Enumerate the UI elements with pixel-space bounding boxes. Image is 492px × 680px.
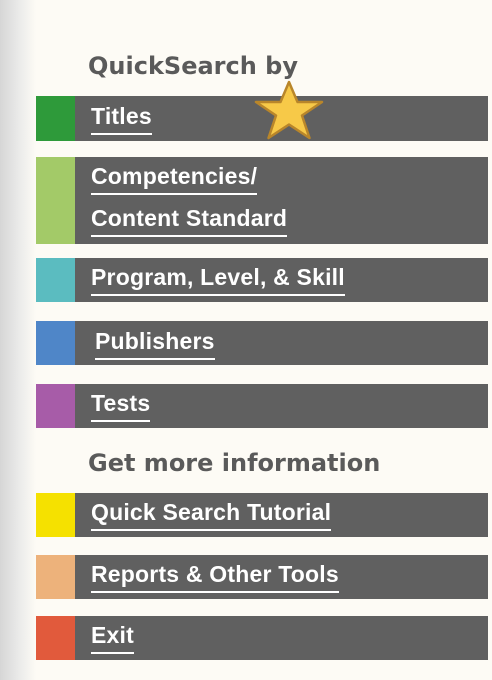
exit-link[interactable]: Exit bbox=[91, 620, 134, 654]
nav-item-exit[interactable]: Exit bbox=[36, 616, 488, 660]
info-heading: Get more information bbox=[88, 449, 381, 477]
exit-bar bbox=[75, 616, 488, 660]
nav-item-competencies[interactable]: Competencies/ Content Standard bbox=[36, 157, 488, 244]
competencies-link-line1[interactable]: Competencies/ bbox=[91, 161, 258, 195]
reports-color-tab bbox=[36, 555, 75, 599]
publishers-link[interactable]: Publishers bbox=[95, 326, 215, 360]
competencies-link-line2[interactable]: Content Standard bbox=[91, 203, 288, 237]
tests-link[interactable]: Tests bbox=[91, 388, 151, 422]
quicksearch-heading: QuickSearch by bbox=[88, 52, 298, 80]
nav-item-tests[interactable]: Tests bbox=[36, 384, 488, 428]
program-link[interactable]: Program, Level, & Skill bbox=[91, 262, 345, 296]
star-icon bbox=[254, 80, 324, 140]
nav-item-reports[interactable]: Reports & Other Tools bbox=[36, 555, 488, 599]
exit-color-tab bbox=[36, 616, 75, 660]
tests-color-tab bbox=[36, 384, 75, 428]
program-color-tab bbox=[36, 258, 75, 302]
tutorial-color-tab bbox=[36, 493, 75, 537]
titles-link[interactable]: Titles bbox=[91, 101, 152, 135]
nav-item-program[interactable]: Program, Level, & Skill bbox=[36, 258, 488, 302]
competencies-color-tab bbox=[36, 157, 75, 244]
publishers-color-tab bbox=[36, 321, 75, 365]
sidebar-shade bbox=[0, 0, 36, 680]
reports-link[interactable]: Reports & Other Tools bbox=[91, 559, 339, 593]
nav-item-tutorial[interactable]: Quick Search Tutorial bbox=[36, 493, 488, 537]
titles-color-tab bbox=[36, 96, 75, 141]
nav-item-publishers[interactable]: Publishers bbox=[36, 321, 488, 365]
tutorial-link[interactable]: Quick Search Tutorial bbox=[91, 497, 332, 531]
